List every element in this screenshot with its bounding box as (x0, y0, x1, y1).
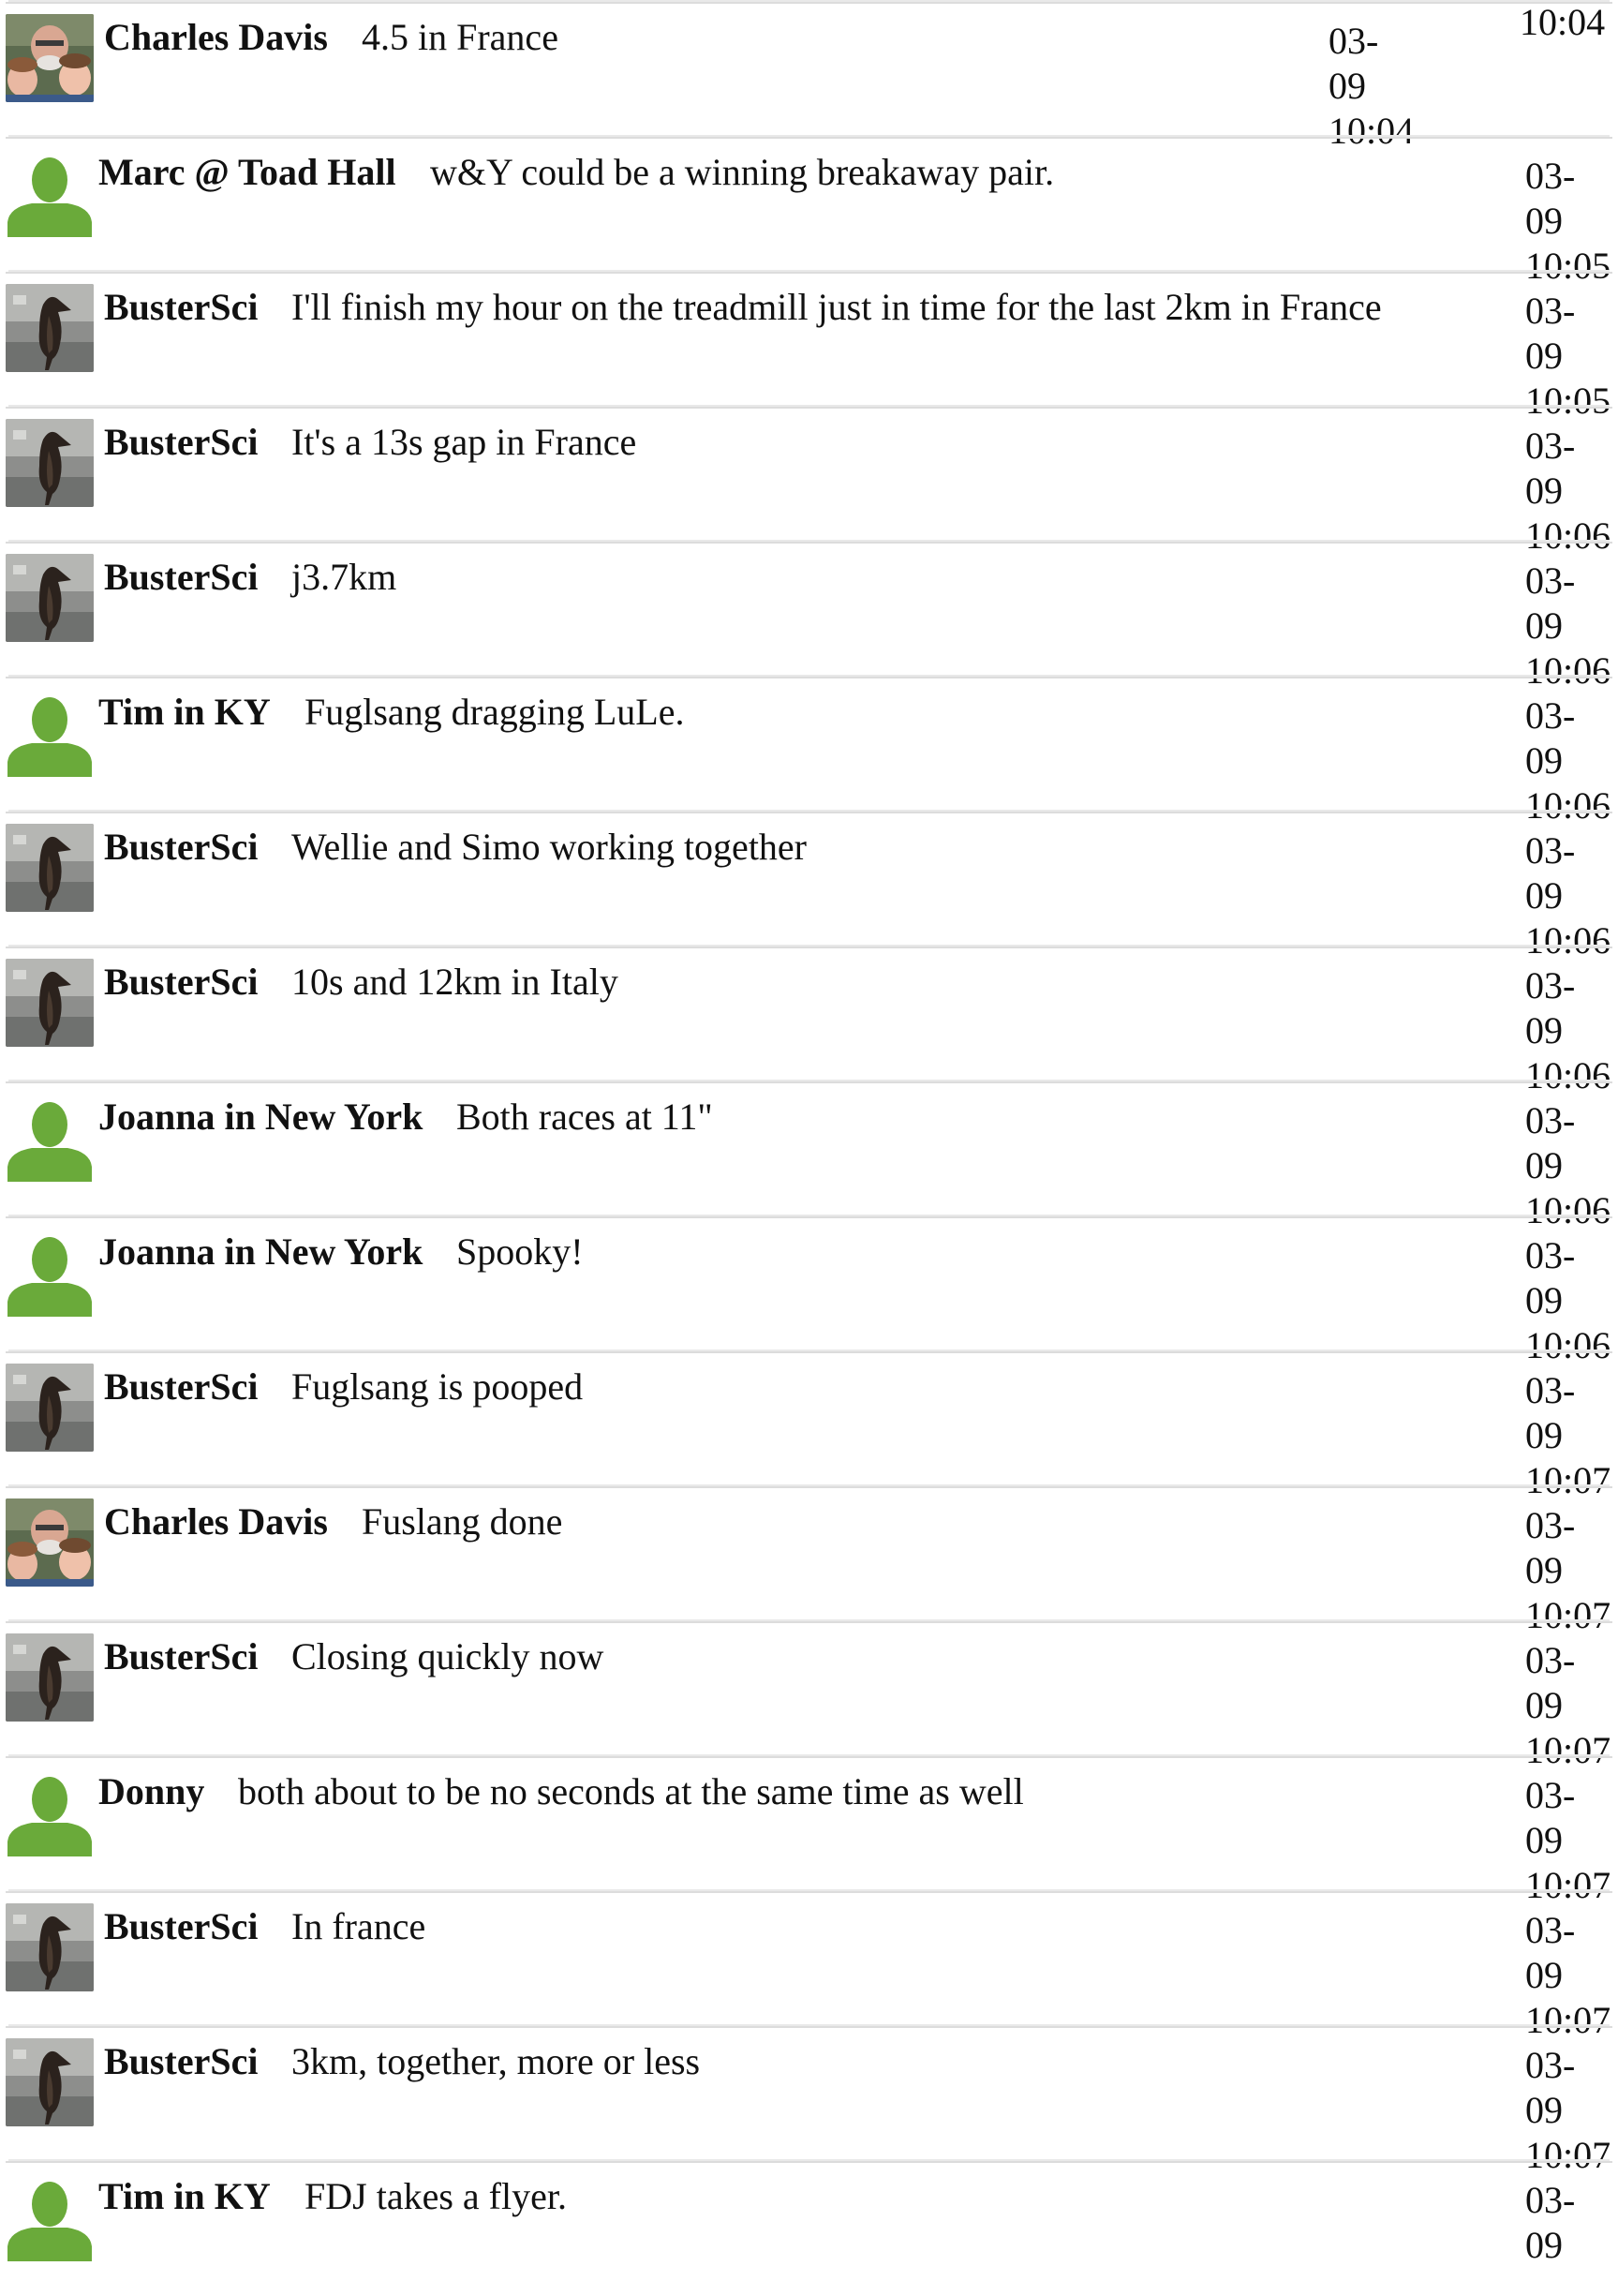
user-avatar[interactable] (6, 284, 94, 372)
message-text: Fuslang done (362, 1500, 563, 1543)
message-author[interactable]: BusterSci (104, 1633, 258, 1681)
chat-message-row: Joanna in New York Both races at 11" 03- 0… (6, 1081, 1612, 1231)
message-timestamp: 03- 09 10:07 (1525, 2044, 1611, 2176)
message-timestamp: 03- 09 10:06 (1525, 1234, 1611, 1366)
default-user-avatar-icon[interactable] (6, 1768, 94, 1856)
message-text: It's a 13s gap in France (291, 421, 637, 463)
message-text: Fuglsang is pooped (291, 1365, 584, 1408)
message-timestamp: 03- 09 10:06 (1525, 1099, 1611, 1231)
message-text: Closing quickly now (291, 1635, 604, 1677)
message-text: w&Y could be a winning breakaway pair. (430, 151, 1055, 193)
default-user-avatar-icon[interactable] (6, 689, 94, 777)
message-author[interactable]: BusterSci (104, 2037, 258, 2086)
message-timestamp: 03- 09 10:06 (1525, 829, 1611, 962)
chat-message-row: BusterSci Wellie and Simo working togethe… (6, 812, 1612, 962)
user-avatar[interactable] (6, 2038, 94, 2126)
message-timestamp: 03- 09 10:06 (1525, 425, 1611, 557)
message-text: both about to be no seconds at the same … (238, 1770, 1024, 1812)
message-author[interactable]: Donny (98, 1767, 204, 1816)
message-timestamp: 03- 09 10:07 (1525, 1909, 1611, 2041)
chat-message-row: BusterSci 10s and 12km in Italy 03- 09 10:… (6, 947, 1612, 1096)
chat-message-row: BusterSci It's a 13s gap in France 03- 09 … (6, 407, 1612, 557)
chat-message-row: Marc @ Toad Hall w&Y could be a winning b… (6, 137, 1612, 287)
user-avatar[interactable] (6, 554, 94, 642)
chat-message-row: Joanna in New York Spooky! 03- 09 10:06 (6, 1216, 1612, 1366)
chat-message-row: Tim in KY FDJ takes a flyer. 03- 09 (6, 2161, 1612, 2296)
message-author[interactable]: Joanna in New York (98, 1228, 423, 1276)
chat-message-row: BusterSci Fuglsang is pooped 03- 09 10:07 (6, 1351, 1612, 1501)
message-text: Both races at 11" (456, 1096, 713, 1138)
message-author[interactable]: BusterSci (104, 958, 258, 1006)
message-timestamp: 03- 09 (1525, 2179, 1576, 2266)
message-timestamp: 03- 09 10:05 (1525, 155, 1611, 287)
message-timestamp: 03- 09 10:05 (1525, 290, 1611, 422)
message-author[interactable]: Joanna in New York (98, 1093, 423, 1141)
message-timestamp: 03- 09 10:07 (1525, 1774, 1611, 1906)
user-avatar[interactable] (6, 14, 94, 102)
message-text: I'll finish my hour on the treadmill jus… (291, 286, 1382, 328)
chat-message-row: BusterSci Closing quickly now 03- 09 10:07 (6, 1621, 1612, 1771)
chat-message-row: Charles Davis 4.5 in France 03- 09 10:04 (6, 2, 1612, 152)
message-author[interactable]: Tim in KY (98, 2172, 271, 2221)
message-text: Fuglsang dragging LuLe. (304, 691, 685, 733)
message-text: Spooky! (456, 1230, 584, 1273)
message-timestamp: 03- 09 10:07 (1525, 1504, 1611, 1636)
user-avatar[interactable] (6, 1903, 94, 1991)
default-user-avatar-icon[interactable] (6, 1229, 94, 1317)
message-text: 10s and 12km in Italy (291, 961, 618, 1003)
message-author[interactable]: Charles Davis (104, 13, 328, 62)
message-author[interactable]: BusterSci (104, 418, 258, 467)
user-avatar[interactable] (6, 1498, 94, 1587)
message-text: j3.7km (291, 556, 397, 598)
message-timestamp: 03- 09 10:04 (1329, 20, 1415, 152)
user-avatar[interactable] (6, 1633, 94, 1722)
message-text: Wellie and Simo working together (291, 826, 807, 868)
message-author[interactable]: Marc @ Toad Hall (98, 148, 396, 197)
message-timestamp: 03- 09 10:06 (1525, 559, 1611, 692)
chat-message-row: Tim in KY Fuglsang dragging LuLe. 03- 09 1… (6, 677, 1612, 827)
message-text: FDJ takes a flyer. (304, 2175, 567, 2217)
message-author[interactable]: BusterSci (104, 1363, 258, 1411)
message-author[interactable]: Charles Davis (104, 1498, 328, 1546)
chat-message-row: BusterSci In france 03- 09 10:07 (6, 1891, 1612, 2041)
chat-log: 10:04 Charles Davis 4.5 in France 03- 09 1… (0, 0, 1618, 2266)
user-avatar[interactable] (6, 959, 94, 1047)
message-timestamp: 03- 09 10:06 (1525, 964, 1611, 1096)
default-user-avatar-icon[interactable] (6, 1094, 94, 1182)
message-author[interactable]: Tim in KY (98, 688, 271, 737)
message-timestamp: 03- 09 10:07 (1525, 1639, 1611, 1771)
chat-message-row: Charles Davis Fuslang done 03- 09 10:07 (6, 1486, 1612, 1636)
message-timestamp: 03- 09 10:07 (1525, 1369, 1611, 1501)
chat-message-row: Donny both about to be no seconds at the … (6, 1756, 1612, 1906)
message-author[interactable]: BusterSci (104, 1902, 258, 1951)
default-user-avatar-icon[interactable] (6, 149, 94, 237)
message-timestamp: 03- 09 10:06 (1525, 694, 1611, 827)
message-author[interactable]: BusterSci (104, 283, 258, 332)
message-text: 4.5 in France (362, 16, 558, 58)
chat-message-row: BusterSci j3.7km 03- 09 10:06 (6, 542, 1612, 692)
user-avatar[interactable] (6, 824, 94, 912)
user-avatar[interactable] (6, 1364, 94, 1452)
message-text: In france (291, 1905, 426, 1947)
default-user-avatar-icon[interactable] (6, 2173, 94, 2261)
message-author[interactable]: BusterSci (104, 823, 258, 872)
user-avatar[interactable] (6, 419, 94, 507)
message-text: 3km, together, more or less (291, 2040, 701, 2082)
chat-message-row: BusterSci I'll finish my hour on the trea… (6, 272, 1612, 422)
message-author[interactable]: BusterSci (104, 553, 258, 602)
chat-message-row: BusterSci 3km, together, more or less 03- … (6, 2026, 1612, 2176)
